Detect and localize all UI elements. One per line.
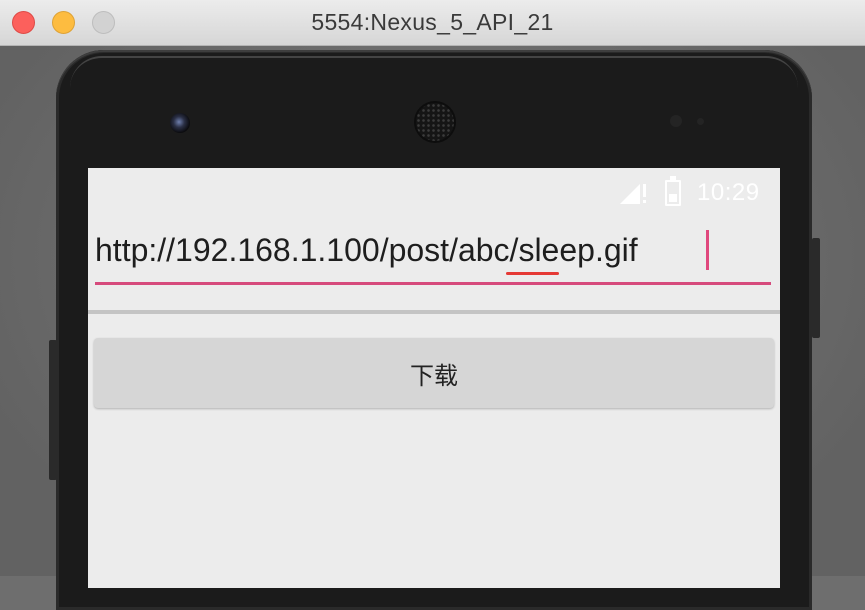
proximity-sensor-icon [670, 115, 682, 127]
window-title: 5554:Nexus_5_API_21 [311, 9, 554, 35]
signal-warning-mark [643, 184, 646, 197]
phone-screen: 10:29 http://192.168.1.100/post/abc/slee… [88, 168, 780, 588]
battery-charging-icon [665, 176, 681, 206]
window-titlebar: 5554:Nexus_5_API_21 [0, 0, 865, 46]
signal-warning-dot [643, 200, 646, 203]
url-input-underline [95, 282, 771, 285]
earpiece-speaker-icon [416, 103, 454, 141]
status-bar: 10:29 [88, 168, 780, 216]
download-button[interactable]: 下载 [94, 338, 774, 408]
light-sensor-icon [697, 118, 704, 125]
url-input-text[interactable]: http://192.168.1.100/post/abc/sleep.gif [95, 232, 638, 269]
url-input[interactable]: http://192.168.1.100/post/abc/sleep.gif [95, 226, 771, 288]
status-clock: 10:29 [697, 179, 760, 206]
signal-no-data-icon [620, 184, 640, 204]
battery-level [669, 194, 677, 202]
text-cursor [706, 230, 709, 270]
power-button[interactable] [812, 238, 820, 338]
phone-bezel-highlight [70, 56, 798, 88]
divider [88, 310, 780, 314]
spellcheck-underline [506, 272, 559, 275]
front-camera-icon [170, 113, 190, 133]
